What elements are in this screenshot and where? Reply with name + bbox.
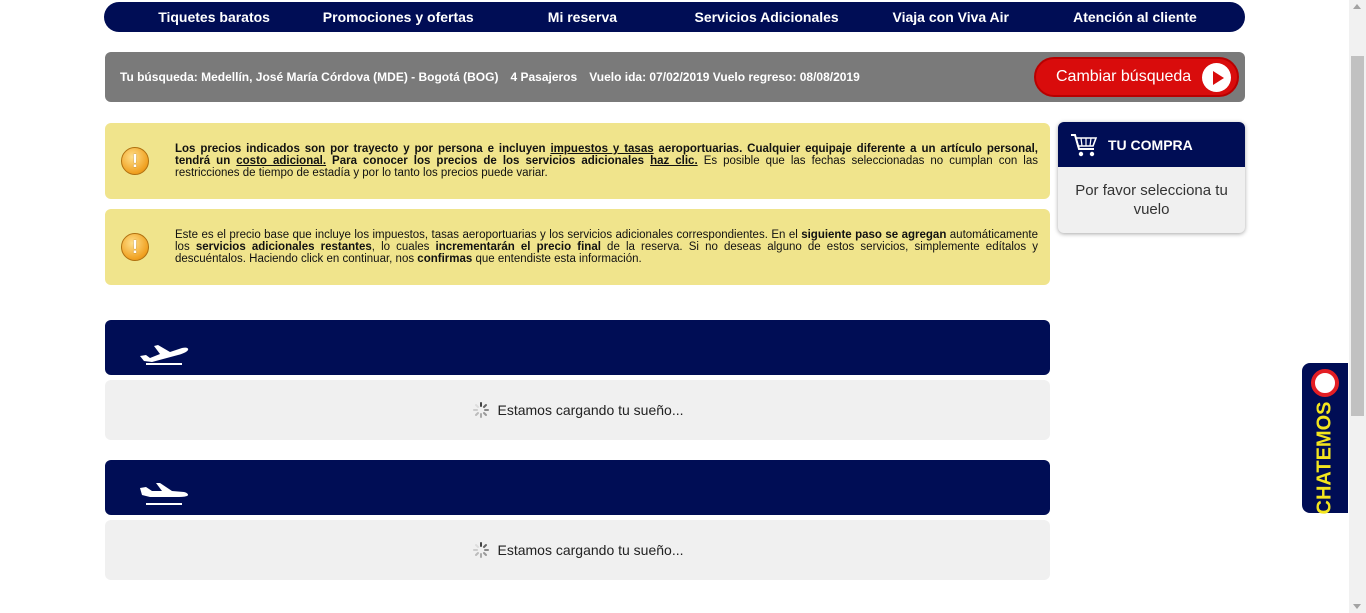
- scroll-up-arrow-icon[interactable]: [1353, 4, 1361, 9]
- scroll-thumb[interactable]: [1351, 56, 1364, 416]
- nav-atencion-al-cliente[interactable]: Atención al cliente: [1043, 2, 1227, 32]
- purchase-panel-header: TU COMPRA: [1058, 122, 1245, 167]
- play-icon: [1202, 63, 1231, 92]
- loading-text: Estamos cargando tu sueño...: [497, 542, 684, 558]
- base-price-notice-text: Este es el precio base que incluye los i…: [175, 229, 1038, 265]
- outbound-flight-header: [105, 320, 1050, 375]
- return-flight-header: [105, 460, 1050, 515]
- search-passengers: 4 Pasajeros: [510, 70, 578, 84]
- scroll-down-arrow-icon[interactable]: [1353, 604, 1361, 609]
- loading-spinner-icon: [472, 402, 489, 418]
- page-scrollbar[interactable]: [1349, 0, 1366, 613]
- chat-bubble-icon: [1311, 369, 1339, 397]
- departure-plane-icon: [140, 345, 189, 365]
- nav-servicios-adicionales[interactable]: Servicios Adicionales: [675, 2, 859, 32]
- warning-icon: !: [121, 147, 149, 175]
- nav-mi-reserva[interactable]: Mi reserva: [490, 2, 674, 32]
- price-notice: ! Los precios indicados son por trayecto…: [105, 123, 1050, 199]
- change-search-label: Cambiar búsqueda: [1056, 68, 1192, 85]
- costo-adicional-link[interactable]: costo adicional.: [236, 155, 326, 167]
- warning-icon: !: [121, 233, 149, 261]
- chat-label: CHATEMOS: [1313, 401, 1336, 515]
- loading-spinner-icon: [472, 542, 489, 558]
- haz-clic-link[interactable]: haz clic.: [650, 155, 698, 167]
- arrival-plane-icon: [140, 483, 188, 505]
- search-summary: Tu búsqueda: Medellín, José María Córdov…: [105, 52, 1245, 102]
- search-dates: Vuelo ida: 07/02/2019 Vuelo regreso: 08/…: [589, 70, 860, 84]
- purchase-panel-title: TU COMPRA: [1108, 136, 1193, 153]
- search-route: Tu búsqueda: Medellín, José María Córdov…: [120, 70, 499, 84]
- base-price-notice: ! Este es el precio base que incluye los…: [105, 209, 1050, 285]
- loading-text: Estamos cargando tu sueño...: [497, 402, 684, 418]
- shopping-cart-icon: [1071, 133, 1098, 156]
- chat-tab[interactable]: CHATEMOS: [1302, 363, 1348, 515]
- nav-tiquetes-baratos[interactable]: Tiquetes baratos: [122, 2, 306, 32]
- return-loading: Estamos cargando tu sueño...: [105, 520, 1050, 580]
- price-notice-text: Los precios indicados son por trayecto y…: [175, 143, 1038, 179]
- purchase-panel-message: Por favor selecciona tu vuelo: [1075, 182, 1228, 218]
- purchase-panel: TU COMPRA Por favor selecciona tu vuelo: [1058, 122, 1245, 233]
- nav-viaja-con-viva-air[interactable]: Viaja con Viva Air: [859, 2, 1043, 32]
- nav-promociones[interactable]: Promociones y ofertas: [306, 2, 490, 32]
- outbound-loading: Estamos cargando tu sueño...: [105, 380, 1050, 440]
- change-search-button[interactable]: Cambiar búsqueda: [1034, 57, 1239, 97]
- main-nav: Tiquetes baratos Promociones y ofertas M…: [104, 2, 1245, 32]
